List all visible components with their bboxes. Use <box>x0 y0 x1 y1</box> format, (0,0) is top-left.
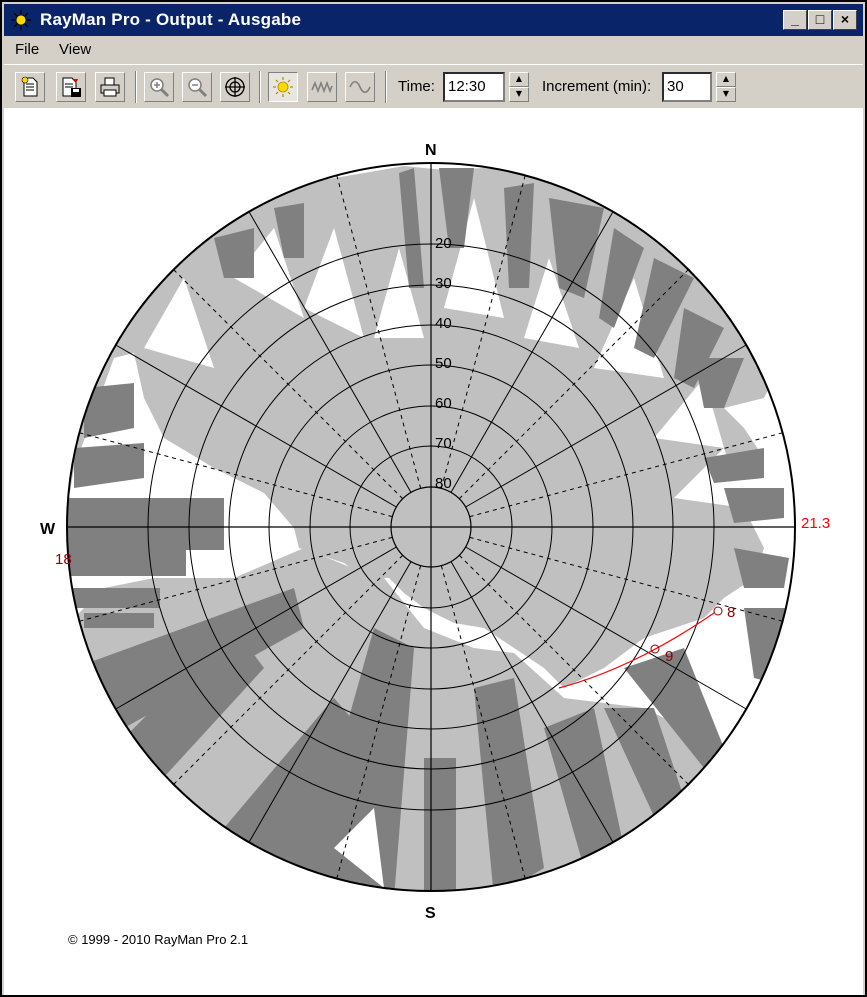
printer-icon <box>100 77 120 97</box>
compass-west: W <box>40 521 56 538</box>
sky-view-diagram: 20 30 40 50 60 70 80 N S W 9 8 18 21.3 <box>40 142 830 922</box>
minimize-button[interactable]: _ <box>783 10 807 30</box>
obstacle-shading <box>67 166 794 891</box>
window-title: RayMan Pro - Output - Ausgabe <box>40 10 302 29</box>
increment-input[interactable]: 30 <box>662 72 712 102</box>
toolbar-separator <box>135 71 137 103</box>
increment-label: Increment (min): <box>542 78 652 95</box>
elevation-label-50: 50 <box>435 355 452 372</box>
increment-spinner[interactable]: ▲ ▼ <box>716 72 736 102</box>
time-spinner[interactable]: ▲ ▼ <box>509 72 529 102</box>
zoom-in-icon <box>150 78 170 98</box>
elevation-label-80: 80 <box>435 475 452 492</box>
polar-grid-button[interactable] <box>220 72 250 102</box>
menu-file[interactable]: File <box>15 41 39 58</box>
elevation-label-30: 30 <box>435 275 452 292</box>
increment-down-arrow-icon[interactable]: ▼ <box>716 87 736 102</box>
zoom-in-button[interactable] <box>144 72 174 102</box>
sun-icon <box>273 77 293 97</box>
sun-path-left-label: 18 <box>55 551 72 568</box>
wave-button[interactable] <box>307 72 337 102</box>
increment-up-arrow-icon[interactable]: ▲ <box>716 72 736 87</box>
close-button[interactable]: × <box>833 10 857 30</box>
zoom-out-icon <box>188 78 208 98</box>
time-label: Time: <box>398 78 435 95</box>
toolbar-separator <box>259 71 261 103</box>
title-bar[interactable]: RayMan Pro - Output - Ausgabe _ □ × <box>4 4 863 36</box>
time-input[interactable]: 12:30 <box>443 72 505 102</box>
output-canvas: 20 30 40 50 60 70 80 N S W 9 8 18 21.3 ©… <box>4 108 863 995</box>
sun-path-hour-9: 9 <box>665 648 673 665</box>
time-up-arrow-icon[interactable]: ▲ <box>509 72 529 87</box>
rayman-output-window: RayMan Pro - Output - Ausgabe _ □ × File… <box>0 0 867 997</box>
elevation-label-60: 60 <box>435 395 452 412</box>
toolbar-separator <box>385 71 387 103</box>
toolbar: Time: 12:30 ▲ ▼ Increment (min): 30 ▲ ▼ <box>4 64 863 107</box>
save-document-icon <box>62 77 81 97</box>
elevation-label-70: 70 <box>435 435 452 452</box>
zigzag-wave-icon <box>311 80 333 94</box>
new-document-button[interactable] <box>15 72 45 102</box>
document-icon <box>21 76 38 97</box>
maximize-button[interactable]: □ <box>808 10 832 30</box>
compass-north: N <box>425 142 437 159</box>
print-button[interactable] <box>95 72 125 102</box>
zoom-out-button[interactable] <box>182 72 212 102</box>
sun-path-hour-8: 8 <box>727 604 735 621</box>
menu-view[interactable]: View <box>59 41 91 58</box>
sine-wave-icon <box>349 80 371 94</box>
sun-path-right-label: 21.3 <box>801 515 830 532</box>
elevation-label-40: 40 <box>435 315 452 332</box>
sun-path-button[interactable] <box>268 72 298 102</box>
sun-app-icon <box>11 10 31 30</box>
copyright-text: © 1999 - 2010 RayMan Pro 2.1 <box>68 932 249 947</box>
compass-south: S <box>425 905 436 922</box>
menu-bar: File View <box>4 38 863 62</box>
sine-button[interactable] <box>345 72 375 102</box>
time-down-arrow-icon[interactable]: ▼ <box>509 87 529 102</box>
polar-grid-icon <box>225 77 245 97</box>
save-button[interactable] <box>56 72 86 102</box>
elevation-label-20: 20 <box>435 235 452 252</box>
